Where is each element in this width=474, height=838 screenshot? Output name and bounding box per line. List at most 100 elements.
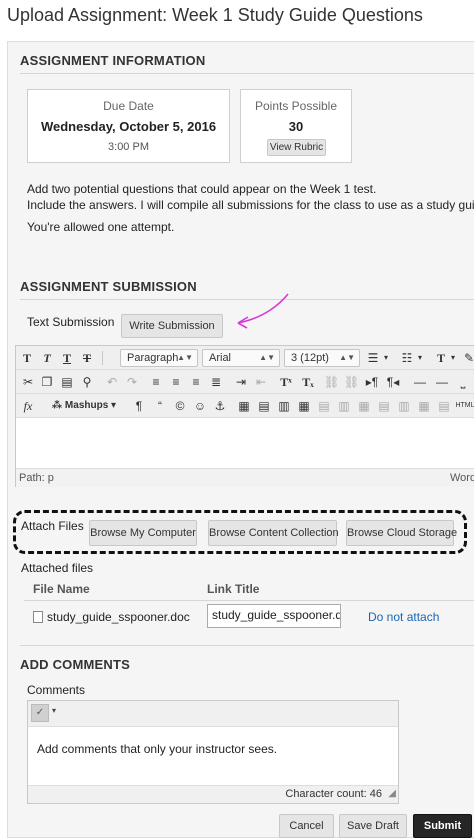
submit-button[interactable]: Submit — [413, 814, 472, 838]
comments-label: Comments — [27, 683, 86, 697]
do-not-attach-link[interactable]: Do not attach — [368, 610, 439, 624]
copyright-icon[interactable]: © — [173, 397, 187, 415]
table-split-icon[interactable]: ▥ — [337, 397, 351, 415]
align-right-icon[interactable]: ≡ — [189, 373, 203, 391]
spellcheck-icon[interactable]: ✓ — [31, 704, 49, 722]
page-title: Upload Assignment: Week 1 Study Guide Qu… — [7, 5, 423, 25]
toolbar-separator — [102, 351, 103, 365]
unlink-icon[interactable]: ⛓ — [344, 373, 359, 391]
editor-toolbar-row-3: fx ⁂ Mashups ▾ ¶ “ © ☺ ⚓ ▦ ▤ ▥ ▦ ▤ ▥ ▦ ▤… — [16, 394, 474, 418]
outdent-icon[interactable]: ⇤ — [254, 373, 268, 391]
comments-text[interactable]: Add comments that only your instructor s… — [37, 742, 277, 756]
table-delete-icon[interactable]: ▦ — [357, 397, 371, 415]
paragraph-select[interactable]: Paragraph ▲▼ — [120, 349, 198, 367]
rtl-icon[interactable]: ¶◂ — [385, 373, 401, 391]
align-justify-icon[interactable]: ≣ — [209, 373, 223, 391]
align-left-icon[interactable]: ≡ — [149, 373, 163, 391]
points-value: 30 — [288, 119, 304, 134]
document-icon — [33, 611, 43, 623]
underline-icon[interactable]: T — [61, 349, 73, 367]
subscript-icon[interactable]: Tₓ — [300, 373, 316, 391]
comments-status-bar: Character count: 46 ◢ — [28, 785, 398, 803]
strikethrough-icon[interactable]: T — [81, 349, 93, 367]
table-cell-icon[interactable]: ▦ — [297, 397, 311, 415]
browse-cloud-storage-button[interactable]: Browse Cloud Storage — [346, 520, 457, 546]
chevron-down-icon[interactable]: ▾ — [416, 349, 424, 367]
table-icon[interactable]: ▦ — [237, 397, 251, 415]
mashups-icon: ⁂ — [51, 400, 65, 411]
text-editor: T T T T Paragraph ▲▼ Arial ▲▼ 3 (12pt) ▲▼ ☰… — [15, 345, 474, 487]
nonbreaking-space-icon[interactable]: ⎵ — [456, 373, 470, 391]
ltr-icon[interactable]: ▸¶ — [364, 373, 380, 391]
add-comments-heading: ADD COMMENTS — [20, 657, 131, 672]
table-col-props-icon[interactable]: ▤ — [437, 397, 451, 415]
paragraph-mark-icon[interactable]: ¶ — [133, 397, 145, 415]
find-icon[interactable]: ⚲ — [80, 373, 94, 391]
attempts-text: You're allowed one attempt. — [27, 220, 175, 234]
font-select-value: Arial — [209, 352, 232, 364]
editor-text-area[interactable] — [16, 418, 474, 468]
table-row-icon[interactable]: ▤ — [257, 397, 271, 415]
divider — [20, 73, 474, 74]
font-select[interactable]: Arial ▲▼ — [202, 349, 280, 367]
bullet-list-icon[interactable]: ☰ — [366, 349, 380, 367]
table-cell-props-icon[interactable]: ▥ — [397, 397, 411, 415]
attached-file-name: study_guide_sspooner.doc — [47, 610, 190, 624]
cancel-button[interactable]: Cancel — [279, 814, 334, 838]
browse-content-collection-button[interactable]: Browse Content Collection — [208, 520, 339, 546]
paste-icon[interactable]: ▤ — [60, 373, 74, 391]
editor-word-count: Words — [450, 472, 474, 484]
select-arrows-icon: ▲▼ — [177, 353, 193, 362]
chevron-down-icon[interactable]: ▾ — [449, 349, 457, 367]
due-time-value: 3:00 PM — [108, 141, 149, 153]
chevron-down-icon[interactable]: ▾ — [382, 349, 390, 367]
points-label: Points Possible — [254, 99, 338, 113]
cut-icon[interactable]: ✂ — [21, 373, 35, 391]
instructions-line-2: Include the answers. I will compile all … — [27, 198, 474, 212]
size-select-value: 3 (12pt) — [291, 352, 329, 364]
text-color-icon[interactable]: T — [434, 349, 448, 367]
horizontal-line-icon[interactable]: — — [434, 373, 450, 391]
assignment-submission-heading: ASSIGNMENT SUBMISSION — [20, 279, 197, 294]
size-select[interactable]: 3 (12pt) ▲▼ — [284, 349, 360, 367]
horizontal-rule-icon[interactable]: — — [412, 373, 428, 391]
table-merge-icon[interactable]: ▤ — [317, 397, 331, 415]
mashups-label: Mashups — [64, 400, 109, 411]
math-editor-icon[interactable]: fx — [21, 397, 35, 415]
select-arrows-icon: ▲▼ — [259, 353, 275, 362]
copy-icon[interactable]: ❐ — [40, 373, 54, 391]
attach-files-label: Attach Files — [21, 519, 84, 533]
resize-handle-icon[interactable]: ◢ — [388, 788, 396, 799]
paragraph-select-value: Paragraph — [127, 352, 179, 364]
redo-icon[interactable]: ↷ — [125, 373, 139, 391]
indent-icon[interactable]: ⇥ — [234, 373, 248, 391]
highlight-pen-icon[interactable]: ✎ — [462, 349, 474, 367]
divider — [20, 645, 474, 646]
table-props-icon[interactable]: ▤ — [377, 397, 391, 415]
undo-icon[interactable]: ↶ — [105, 373, 119, 391]
save-draft-button[interactable]: Save Draft — [339, 814, 407, 838]
link-icon[interactable]: ⛓ — [324, 373, 339, 391]
anchor-icon[interactable]: ⚓ — [213, 397, 227, 415]
table-col-icon[interactable]: ▥ — [277, 397, 291, 415]
table-row-props-icon[interactable]: ▦ — [417, 397, 431, 415]
browse-my-computer-button[interactable]: Browse My Computer — [89, 520, 197, 546]
view-rubric-button[interactable]: View Rubric — [267, 139, 326, 156]
align-center-icon[interactable]: ≡ — [169, 373, 183, 391]
link-title-input[interactable]: study_guide_sspooner.doc — [207, 604, 341, 628]
numbered-list-icon[interactable]: ☷ — [400, 349, 414, 367]
editor-toolbar-row-2: ✂ ❐ ▤ ⚲ ↶ ↷ ≡ ≡ ≡ ≣ ⇥ ⇤ Tˣ Tₓ ⛓ ⛓ ▸¶ ¶◂ … — [16, 370, 474, 394]
bold-icon[interactable]: T — [21, 349, 33, 367]
html-source-icon[interactable]: HTML — [452, 397, 474, 415]
file-name-header: File Name — [33, 582, 90, 596]
superscript-icon[interactable]: Tˣ — [278, 373, 294, 391]
emoticon-icon[interactable]: ☺ — [193, 397, 207, 415]
mashups-menu[interactable]: ⁂ Mashups ▾ — [44, 397, 124, 415]
italic-icon[interactable]: T — [41, 349, 53, 367]
write-submission-button[interactable]: Write Submission — [121, 314, 223, 338]
editor-status-bar: Path: p Words — [16, 468, 474, 487]
due-date-card: Due Date Wednesday, October 5, 2016 3:00… — [27, 89, 230, 163]
due-date-label: Due Date — [103, 99, 154, 113]
blockquote-icon[interactable]: “ — [153, 397, 167, 415]
chevron-down-icon[interactable]: ▾ — [52, 706, 56, 715]
